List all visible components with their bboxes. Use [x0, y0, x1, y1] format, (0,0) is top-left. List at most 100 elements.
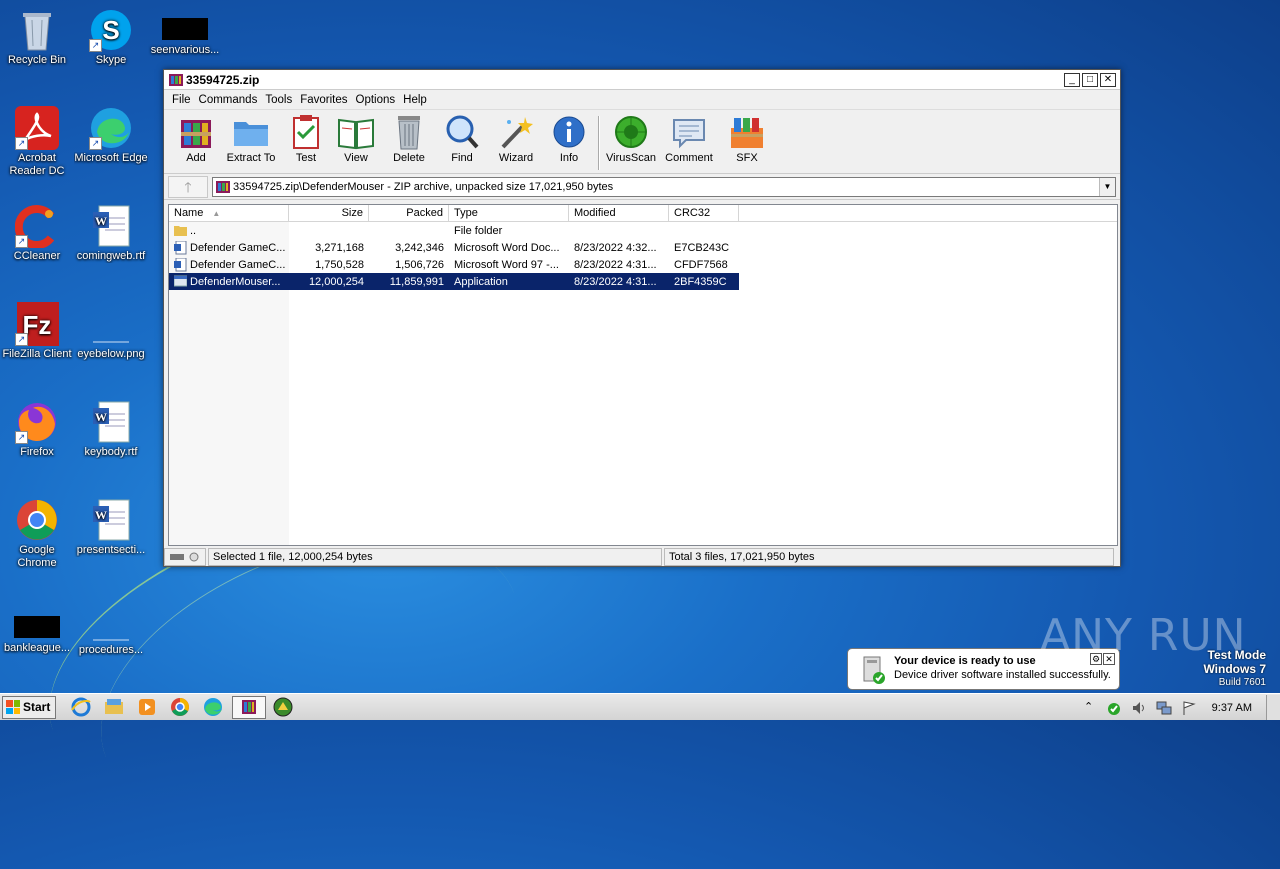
firefox-icon: ↗ — [15, 400, 59, 444]
cell-type: Microsoft Word 97 -... — [454, 258, 559, 271]
status-selected: Selected 1 file, 12,000,254 bytes — [208, 548, 662, 566]
find-button[interactable]: Find — [438, 114, 486, 164]
cell-name: DefenderMouser... — [169, 275, 289, 289]
archive-icon — [216, 180, 230, 194]
book-icon — [337, 114, 375, 150]
network-icon[interactable] — [1156, 700, 1172, 716]
volume-icon[interactable] — [1131, 700, 1147, 716]
header-crc32[interactable]: CRC32 — [669, 205, 739, 221]
clock[interactable]: 9:37 AM — [1212, 702, 1252, 714]
sfx-button[interactable]: SFX — [722, 114, 772, 164]
info-button[interactable]: Info — [546, 114, 592, 164]
folder-extract-icon — [232, 114, 270, 150]
watermark-line: Test Mode — [1207, 648, 1266, 662]
desktop-icon-presentsecti[interactable]: W presentsecti... — [74, 498, 148, 557]
address-bar: 🡑 33594725.zip\DefenderMouser - ZIP arch… — [164, 174, 1120, 200]
extract-to-button[interactable]: Extract To — [222, 114, 280, 164]
watermark-line: Build 7601 — [1218, 677, 1266, 688]
add-button[interactable]: Add — [174, 114, 218, 164]
table-row[interactable]: Defender GameC... 3,271,168 3,242,346 Mi… — [169, 239, 1117, 256]
header-size[interactable]: Size — [289, 205, 369, 221]
virus-scan-icon — [612, 114, 650, 150]
desktop-icon-label: seenvarious... — [150, 44, 220, 56]
trash-icon — [390, 114, 428, 150]
magic-wand-icon — [497, 114, 535, 150]
desktop-icon-firefox[interactable]: ↗ Firefox — [0, 400, 74, 459]
media-player-icon[interactable] — [136, 696, 158, 718]
system-tray: ⌃ 9:37 AM — [1081, 694, 1280, 721]
close-button[interactable]: ✕ — [1100, 73, 1116, 87]
image-file-icon — [89, 302, 133, 346]
action-center-flag-icon[interactable] — [1181, 700, 1197, 716]
desktop-icon-filezilla[interactable]: Fz ↗ FileZilla Client — [0, 302, 74, 361]
sfx-icon — [728, 114, 766, 150]
maximize-button[interactable]: □ — [1082, 73, 1098, 87]
taskbar: Start ⌃ 9:37 AM — [0, 693, 1280, 720]
table-row[interactable]: .. File folder — [169, 222, 1117, 239]
view-button[interactable]: View — [332, 114, 380, 164]
desktop-icon-chrome[interactable]: Google Chrome — [0, 498, 74, 570]
word-doc-icon: W — [89, 204, 133, 248]
cell-name: .. — [169, 224, 289, 238]
minimize-button[interactable]: _ — [1064, 73, 1080, 87]
desktop-icon-ccleaner[interactable]: ↗ CCleaner — [0, 204, 74, 263]
watermark-line: Windows 7 — [1203, 662, 1266, 676]
show-hidden-icons-button[interactable]: ⌃ — [1081, 700, 1097, 716]
anyrun-agent-icon[interactable] — [272, 696, 294, 718]
desktop-icon-eyebelow[interactable]: eyebelow.png — [74, 302, 148, 361]
menu-favorites[interactable]: Favorites — [296, 94, 351, 106]
desktop-icon-seenvarious[interactable]: seenvarious... — [148, 8, 222, 57]
file-icon — [89, 606, 133, 642]
start-button[interactable]: Start — [2, 695, 56, 719]
edge-taskbar-icon[interactable] — [202, 696, 224, 718]
file-list[interactable]: Name ▲ Size Packed Type Modified CRC32 .… — [168, 204, 1118, 546]
path-dropdown[interactable]: 33594725.zip\DefenderMouser - ZIP archiv… — [212, 176, 1116, 197]
desktop-icon-acrobat[interactable]: ↗ Acrobat Reader DC — [0, 106, 74, 178]
virusscan-button[interactable]: VirusScan — [606, 114, 656, 164]
comment-button[interactable]: Comment — [660, 114, 718, 164]
magnifier-icon — [443, 114, 481, 150]
up-one-level-button[interactable]: 🡑 — [168, 175, 208, 198]
row-name: .. — [190, 224, 197, 237]
menu-help[interactable]: Help — [399, 94, 431, 106]
notification-title: Your device is ready to use — [894, 655, 1036, 667]
header-name[interactable]: Name ▲ — [169, 205, 289, 221]
desktop-icon-label: FileZilla Client — [2, 348, 72, 360]
menu-commands[interactable]: Commands — [195, 94, 262, 106]
desktop-icon-procedures[interactable]: procedures... — [74, 606, 148, 657]
header-type[interactable]: Type — [449, 205, 569, 221]
explorer-icon[interactable] — [103, 696, 125, 718]
device-install-tray-icon[interactable] — [1106, 700, 1122, 716]
delete-button[interactable]: Delete — [384, 114, 434, 164]
desktop-icon-edge[interactable]: ↗ Microsoft Edge — [74, 106, 148, 165]
menu-file[interactable]: File — [168, 94, 195, 106]
desktop-icon-recycle-bin[interactable]: Recycle Bin — [0, 8, 74, 67]
header-packed[interactable]: Packed — [369, 205, 449, 221]
skype-icon: S ↗ — [89, 8, 133, 52]
test-button[interactable]: Test — [284, 114, 328, 164]
wizard-button[interactable]: Wizard — [490, 114, 542, 164]
desktop-icon-keybody[interactable]: W keybody.rtf — [74, 400, 148, 459]
desktop-icon-skype[interactable]: S ↗ Skype — [74, 8, 148, 67]
application-icon — [173, 275, 188, 289]
chrome-taskbar-icon[interactable] — [169, 696, 191, 718]
title-bar[interactable]: 33594725.zip _ □ ✕ — [164, 70, 1120, 90]
tool-label: Info — [559, 152, 579, 164]
menu-options[interactable]: Options — [352, 94, 400, 106]
table-row-selected[interactable]: DefenderMouser... 12,000,254 11,859,991 … — [169, 273, 739, 290]
desktop-icon-bankleague[interactable]: bankleague... — [0, 606, 74, 655]
dropdown-arrow-icon[interactable]: ▼ — [1099, 177, 1115, 196]
show-desktop-button[interactable] — [1266, 695, 1280, 720]
cell-modified: 8/23/2022 4:31... — [574, 275, 657, 288]
table-row[interactable]: Defender GameC... 1,750,528 1,506,726 Mi… — [169, 256, 1117, 273]
device-driver-icon — [860, 655, 886, 685]
desktop-icon-label: Recycle Bin — [7, 54, 67, 66]
drive-icon[interactable] — [164, 548, 206, 566]
tool-label: Test — [295, 152, 317, 164]
svg-text:W: W — [95, 410, 107, 424]
desktop-icon-comingweb[interactable]: W comingweb.rtf — [74, 204, 148, 263]
header-modified[interactable]: Modified — [569, 205, 669, 221]
ie-icon[interactable] — [70, 696, 92, 718]
menu-tools[interactable]: Tools — [261, 94, 296, 106]
winrar-taskbar-button[interactable] — [232, 695, 266, 719]
